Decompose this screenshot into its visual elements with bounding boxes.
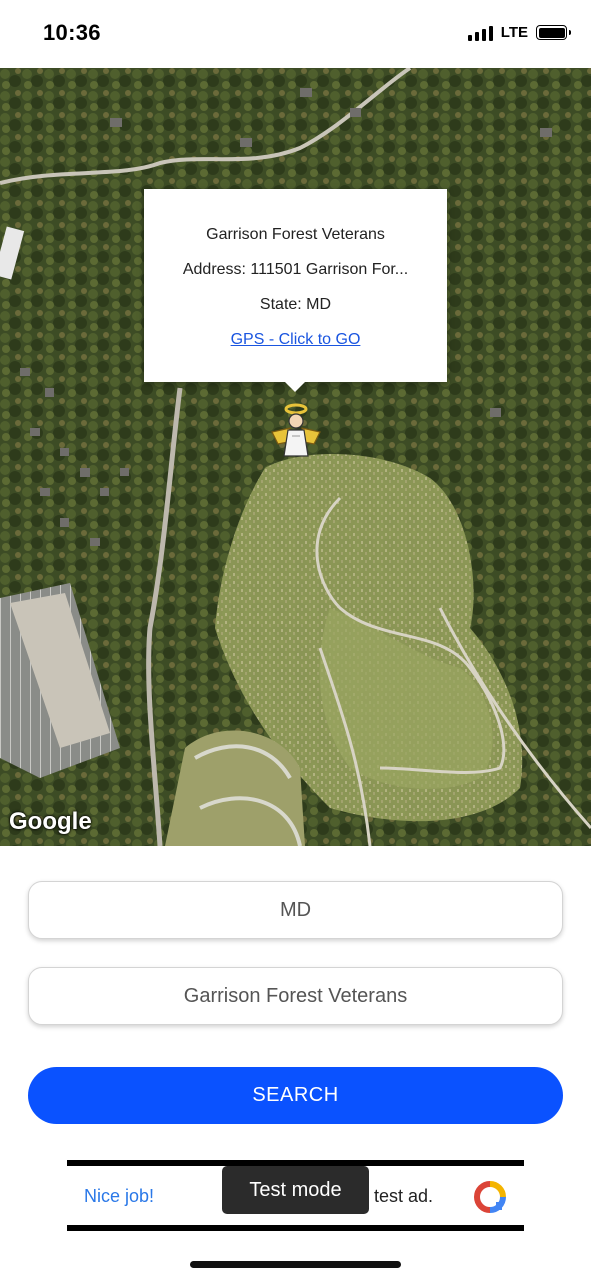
google-attribution: Google [9,808,92,835]
status-time: 10:36 [43,20,101,45]
info-state: State: MD [259,296,332,313]
cemetery-name-input[interactable] [28,967,563,1025]
angel-marker-icon[interactable] [268,402,324,460]
ad-left-text: Nice job! [84,1186,155,1206]
info-address: Address: 111501 Garrison For... [182,261,409,278]
home-indicator[interactable] [190,1261,401,1268]
ad-right-text: test ad. [374,1186,434,1206]
battery-icon [536,25,571,40]
info-cemetery-name: Garrison Forest Veterans [206,226,385,243]
signal-icon [467,25,493,41]
search-button[interactable]: SEARCH [28,1067,563,1124]
test-mode-badge: Test mode [222,1166,369,1214]
ad-brand-icon [474,1181,506,1213]
map-info-window: Garrison Forest Veterans Address: 111501… [144,189,447,392]
status-bar: 10:36 LTE [0,0,591,68]
network-label: LTE [500,24,528,41]
state-input[interactable] [28,881,563,939]
status-indicators: LTE [467,24,571,41]
gps-link[interactable]: GPS - Click to GO [144,331,447,349]
